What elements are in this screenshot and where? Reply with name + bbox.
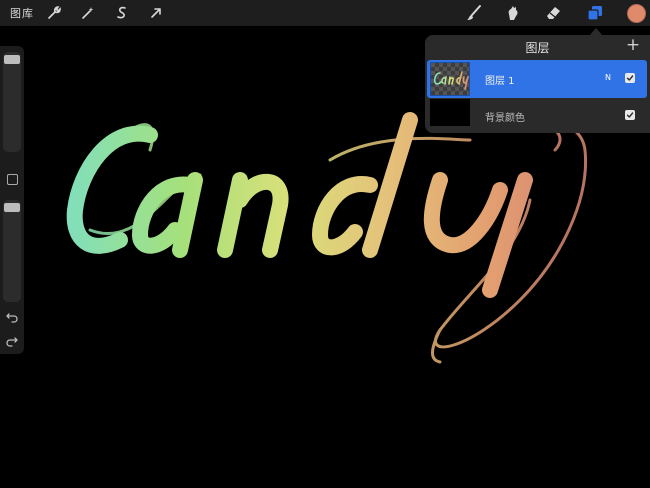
top-toolbar: 图库 (0, 0, 650, 26)
color-picker-button[interactable] (627, 4, 646, 23)
selection-icon[interactable] (113, 4, 131, 22)
smudge-icon[interactable] (504, 4, 522, 22)
transform-icon[interactable] (147, 4, 165, 22)
opacity-slider[interactable] (3, 200, 21, 302)
layer-visibility-checkbox[interactable] (625, 73, 635, 83)
panel-title: 图层 (525, 41, 550, 55)
candy-lettering (66, 112, 588, 364)
brush-size-thumb[interactable] (4, 55, 20, 64)
eraser-icon[interactable] (544, 4, 562, 22)
layers-panel: 图层 + 图层 1 N 背景颜色 (425, 35, 650, 133)
layer-row-1[interactable]: 图层 1 N (427, 60, 647, 98)
layers-icon[interactable] (586, 4, 604, 22)
redo-icon[interactable] (5, 334, 19, 348)
wrench-icon[interactable] (45, 4, 63, 22)
undo-icon[interactable] (5, 310, 19, 324)
magic-wand-icon[interactable] (79, 4, 97, 22)
layer-name: 图层 1 (485, 76, 515, 87)
left-sidebar (0, 46, 24, 354)
layer-row-background[interactable]: 背景颜色 (427, 97, 647, 135)
opacity-thumb[interactable] (4, 203, 20, 212)
gallery-button[interactable]: 图库 (10, 5, 34, 21)
blend-mode-button[interactable]: N (605, 73, 611, 82)
layer-name: 背景颜色 (485, 113, 525, 124)
brush-size-slider[interactable] (3, 52, 21, 152)
add-layer-button[interactable]: + (625, 37, 641, 54)
modify-button[interactable] (7, 174, 18, 185)
brush-icon[interactable] (465, 4, 483, 22)
background-color-swatch (430, 99, 470, 126)
layer-visibility-checkbox[interactable] (625, 110, 635, 120)
layer-thumbnail (430, 62, 470, 96)
